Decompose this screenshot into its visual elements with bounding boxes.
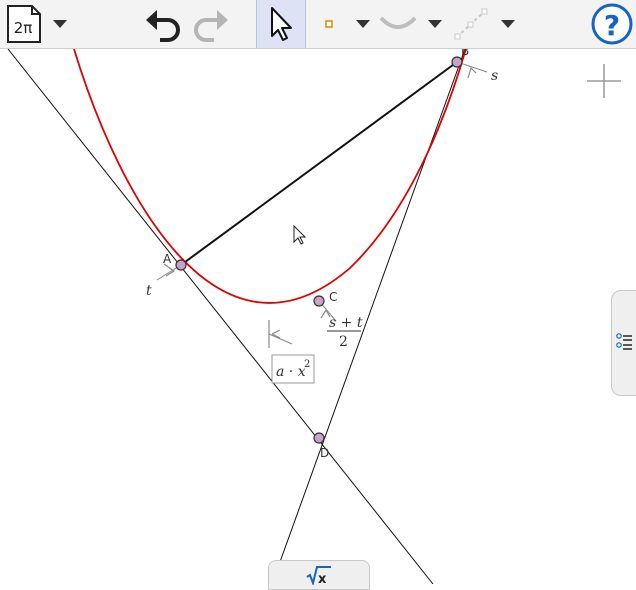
help-icon: ? xyxy=(591,3,633,45)
point-label-d: D xyxy=(320,446,329,460)
sqrt-x-icon: x xyxy=(306,566,331,585)
help-button[interactable]: ? xyxy=(590,2,634,46)
geometry-canvas[interactable]: t s s + t 2 a · x 2 A B C D xyxy=(0,49,636,584)
point-c[interactable] xyxy=(313,295,325,307)
point-label-b: B xyxy=(461,49,469,58)
param-label-c-denominator: 2 xyxy=(339,334,348,350)
param-label-s: s xyxy=(491,68,498,84)
file-menu-caret[interactable] xyxy=(53,20,67,28)
input-bar-label: x xyxy=(318,572,327,585)
point-a[interactable] xyxy=(175,259,187,271)
param-label-t: t xyxy=(146,283,152,299)
new-document-button[interactable]: 2π xyxy=(6,4,42,44)
curve-tool-icon xyxy=(379,16,417,29)
line-tool-caret[interactable] xyxy=(501,20,515,28)
zoom-crosshair-icon[interactable] xyxy=(587,64,621,98)
line-tool-icon xyxy=(454,8,488,40)
file-menu-label: 2π xyxy=(14,19,33,37)
point-label-c: C xyxy=(329,290,337,304)
line-tool-button[interactable] xyxy=(452,6,490,42)
redo-icon xyxy=(194,10,228,42)
svg-text:?: ? xyxy=(604,9,620,42)
move-pointer-icon xyxy=(271,7,292,41)
formula-base: a · x xyxy=(276,364,306,380)
undo-icon xyxy=(146,10,180,42)
point-tool-icon xyxy=(325,20,333,28)
redo-button[interactable] xyxy=(190,6,230,42)
undo-button[interactable] xyxy=(144,6,184,42)
curve-tool-button[interactable] xyxy=(378,10,418,38)
tangent-line-b[interactable] xyxy=(271,49,466,584)
point-label-a: A xyxy=(163,252,172,266)
curve-tool-caret[interactable] xyxy=(428,20,442,28)
document-icon: 2π xyxy=(7,5,41,43)
point-d[interactable] xyxy=(313,432,325,444)
vertex-handle[interactable] xyxy=(268,320,293,348)
toolbar: 2π ? xyxy=(0,0,636,49)
formula-exponent: 2 xyxy=(304,359,310,370)
list-icon xyxy=(616,333,632,350)
chord-ab[interactable] xyxy=(180,61,458,266)
tangent-line-a[interactable] xyxy=(7,49,434,584)
point-tool-button[interactable] xyxy=(318,12,340,36)
mouse-cursor-icon xyxy=(293,224,307,245)
point-tool-caret[interactable] xyxy=(356,20,370,28)
move-tool-button[interactable] xyxy=(256,0,306,48)
point-b[interactable] xyxy=(451,56,463,68)
input-bar-tab[interactable]: x xyxy=(268,560,370,590)
algebra-panel-tab[interactable] xyxy=(611,290,636,396)
parabola-curve[interactable] xyxy=(73,49,467,304)
param-label-c-numerator: s + t xyxy=(329,315,363,331)
